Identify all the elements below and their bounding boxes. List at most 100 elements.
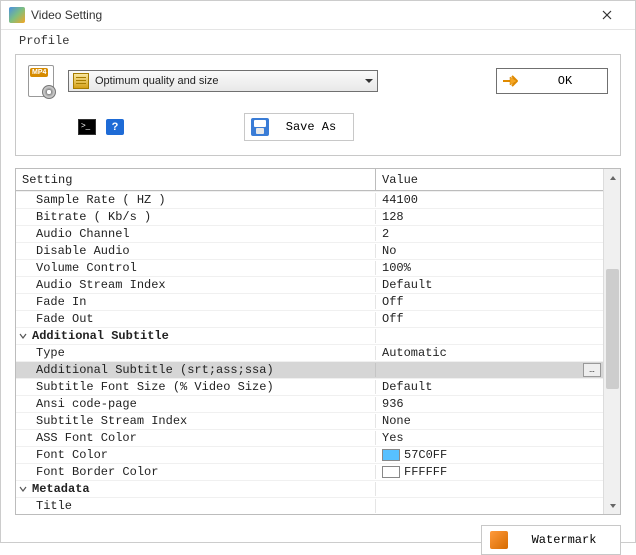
setting-cell: Audio Stream Index <box>16 278 376 292</box>
scroll-thumb[interactable] <box>606 269 619 389</box>
setting-cell: Disable Audio <box>16 244 376 258</box>
titlebar: Video Setting <box>1 1 635 30</box>
grid-row[interactable]: Additional Subtitle (srt;ass;ssa) … <box>16 361 603 378</box>
collapse-icon[interactable] <box>18 331 28 341</box>
setting-label: Bitrate ( Kb/s ) <box>36 210 151 224</box>
value-text: 44100 <box>382 193 418 207</box>
setting-label: Font Border Color <box>36 465 158 479</box>
setting-label: Subtitle Font Size (% Video Size) <box>36 380 274 394</box>
browse-button[interactable]: … <box>583 363 601 377</box>
grid-row[interactable]: Fade Out Off <box>16 310 603 327</box>
setting-label: Sample Rate ( HZ ) <box>36 193 166 207</box>
scroll-up-button[interactable] <box>604 169 621 186</box>
setting-label: Subtitle Stream Index <box>36 414 187 428</box>
value-text: 128 <box>382 210 404 224</box>
color-swatch <box>382 466 400 478</box>
setting-cell: Type <box>16 346 376 360</box>
grid-row[interactable]: Ansi code-page936 <box>16 395 603 412</box>
grid-row[interactable]: Volume Control 100% <box>16 259 603 276</box>
value-cell[interactable]: Off <box>376 295 603 309</box>
watermark-button[interactable]: Watermark <box>481 525 621 555</box>
grid-row[interactable]: ASS Font Color Yes <box>16 429 603 446</box>
console-icon[interactable] <box>78 119 96 135</box>
grid-row[interactable]: Audio Stream Index Default <box>16 276 603 293</box>
setting-label: Fade In <box>36 295 86 309</box>
grid-row[interactable]: Subtitle Stream Index None <box>16 412 603 429</box>
value-cell[interactable]: … <box>376 363 603 377</box>
save-as-label: Save As <box>269 120 353 134</box>
value-text: FFFFFF <box>404 465 447 479</box>
value-cell[interactable]: 2 <box>376 227 603 241</box>
setting-label: Disable Audio <box>36 244 130 258</box>
window-title: Video Setting <box>31 8 587 22</box>
value-cell[interactable]: FFFFFF <box>376 465 603 479</box>
setting-cell: Additional Subtitle <box>16 329 376 343</box>
value-text: 57C0FF <box>404 448 447 462</box>
watermark-icon <box>490 531 508 549</box>
setting-cell: ASS Font Color <box>16 431 376 445</box>
grid-row[interactable]: Bitrate ( Kb/s ) 128 <box>16 208 603 225</box>
grid-row[interactable]: Sample Rate ( HZ ) 44100 <box>16 191 603 208</box>
vertical-scrollbar[interactable] <box>603 169 620 514</box>
grid-row[interactable]: Disable Audio No <box>16 242 603 259</box>
setting-cell: Fade Out <box>16 312 376 326</box>
grid-row[interactable]: Fade In Off <box>16 293 603 310</box>
value-text: Off <box>382 295 404 309</box>
value-cell[interactable]: No <box>376 244 603 258</box>
grid-row[interactable]: Audio Channel2 <box>16 225 603 242</box>
setting-label: Audio Stream Index <box>36 278 166 292</box>
setting-label: Fade Out <box>36 312 94 326</box>
save-disk-icon <box>251 118 269 136</box>
value-cell[interactable]: 57C0FF <box>376 448 603 462</box>
ok-button[interactable]: OK <box>496 68 608 94</box>
grid-row[interactable]: Font Border Color FFFFFF <box>16 463 603 480</box>
setting-cell: Sample Rate ( HZ ) <box>16 193 376 207</box>
value-cell[interactable]: Default <box>376 278 603 292</box>
profile-dropdown-value: Optimum quality and size <box>95 75 365 87</box>
value-cell[interactable]: Automatic <box>376 346 603 360</box>
help-icon[interactable]: ? <box>106 119 124 135</box>
grid-row[interactable]: Font Color 57C0FF <box>16 446 603 463</box>
value-cell[interactable]: 936 <box>376 397 603 411</box>
footer: Watermark <box>1 525 635 555</box>
value-cell[interactable]: Default <box>376 380 603 394</box>
color-swatch <box>382 449 400 461</box>
arrow-right-icon <box>497 75 523 87</box>
setting-label: Title <box>36 499 72 513</box>
value-text: Off <box>382 312 404 326</box>
watermark-label: Watermark <box>508 533 620 547</box>
setting-label: Volume Control <box>36 261 137 275</box>
profile-dropdown[interactable]: Optimum quality and size <box>68 70 378 92</box>
setting-label: Font Color <box>36 448 108 462</box>
setting-label: Type <box>36 346 65 360</box>
grid-row[interactable]: Type Automatic <box>16 344 603 361</box>
value-cell[interactable]: 100% <box>376 261 603 275</box>
collapse-icon[interactable] <box>18 484 28 494</box>
setting-cell: Audio Channel <box>16 227 376 241</box>
mp4-file-icon: MP4 <box>28 65 54 97</box>
value-cell[interactable]: 128 <box>376 210 603 224</box>
setting-cell: Font Border Color <box>16 465 376 479</box>
scroll-down-button[interactable] <box>604 497 621 514</box>
setting-label: ASS Font Color <box>36 431 137 445</box>
video-setting-window: Video Setting Profile MP4 Optimum qualit… <box>0 0 636 543</box>
value-text: Yes <box>382 431 404 445</box>
grid-group-row[interactable]: Additional Subtitle <box>16 327 603 344</box>
value-cell[interactable]: Off <box>376 312 603 326</box>
value-cell[interactable]: Yes <box>376 431 603 445</box>
value-cell[interactable]: None <box>376 414 603 428</box>
save-as-button[interactable]: Save As <box>244 113 354 141</box>
setting-cell: Ansi code-page <box>16 397 376 411</box>
value-text: Default <box>382 380 432 394</box>
ok-button-label: OK <box>523 74 607 88</box>
chevron-down-icon <box>365 79 373 83</box>
setting-cell: Additional Subtitle (srt;ass;ssa) <box>16 363 376 377</box>
close-button[interactable] <box>587 1 627 29</box>
value-text: Default <box>382 278 432 292</box>
grid-row[interactable]: Title <box>16 497 603 514</box>
grid-group-row[interactable]: Metadata <box>16 480 603 497</box>
value-cell[interactable]: 44100 <box>376 193 603 207</box>
app-icon <box>9 7 25 23</box>
grid-row[interactable]: Subtitle Font Size (% Video Size) Default <box>16 378 603 395</box>
setting-cell: Metadata <box>16 482 376 496</box>
